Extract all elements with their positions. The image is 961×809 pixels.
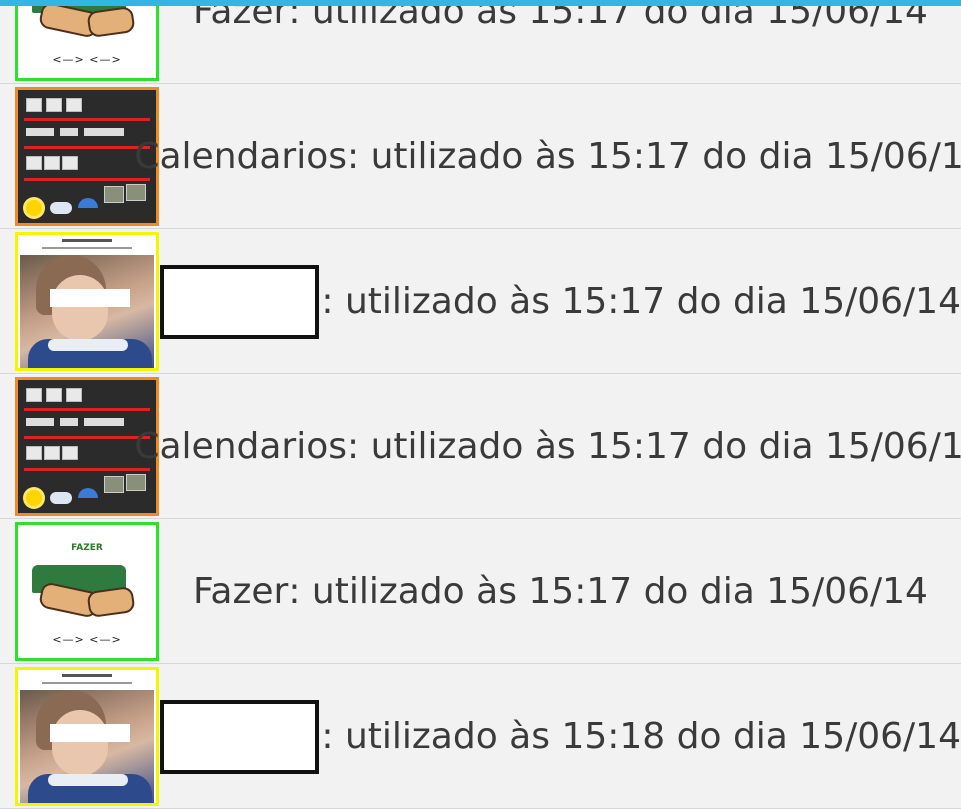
redacted-name-box	[160, 264, 320, 339]
redaction-bar	[50, 289, 130, 307]
usage-time: : utilizado às 15:17 do dia 15/06/14	[347, 136, 961, 177]
list-item[interactable]: : utilizado às 15:17 do dia 15/06/14	[0, 229, 961, 374]
item-name: Calendarios	[134, 426, 348, 467]
fazer-thumbnail: FAZER <—> <—>	[15, 0, 159, 81]
fazer-pictogram-icon: FAZER <—> <—>	[18, 525, 156, 658]
list-item[interactable]: FAZER <—> <—> Fazer: utilizado às 15:17 …	[0, 0, 961, 84]
redaction-bar	[50, 724, 130, 742]
list-item[interactable]: FAZER <—> <—> Fazer: utilizado às 15:17 …	[0, 519, 961, 664]
photo-thumbnail	[15, 232, 159, 371]
list-item[interactable]: Calendarios: utilizado às 15:17 do dia 1…	[0, 84, 961, 229]
redacted-name-box	[160, 699, 320, 774]
usage-time: : utilizado às 15:17 do dia 15/06/14	[321, 281, 961, 322]
child-photo-icon	[18, 670, 156, 803]
list-item[interactable]: Calendarios: utilizado às 15:17 do dia 1…	[0, 374, 961, 519]
item-name: Calendarios	[134, 136, 348, 177]
item-name: Fazer	[193, 571, 289, 612]
usage-label: Calendarios: utilizado às 15:17 do dia 1…	[134, 374, 961, 519]
usage-label: Calendarios: utilizado às 15:17 do dia 1…	[134, 84, 961, 229]
usage-time: : utilizado às 15:17 do dia 15/06/14	[347, 426, 961, 467]
usage-label: Fazer: utilizado às 15:17 do dia 15/06/1…	[160, 519, 961, 664]
usage-label: : utilizado às 15:17 do dia 15/06/14	[160, 229, 961, 374]
fazer-pictogram-icon: FAZER <—> <—>	[18, 0, 156, 78]
usage-label: Fazer: utilizado às 15:17 do dia 15/06/1…	[160, 0, 961, 84]
usage-time: : utilizado às 15:17 do dia 15/06/14	[288, 571, 928, 612]
arrows-caption: <—> <—>	[52, 633, 122, 646]
pictogram-title: FAZER	[71, 543, 103, 553]
usage-time: : utilizado às 15:18 do dia 15/06/14	[321, 716, 961, 757]
scroll-edge-indicator	[0, 0, 961, 6]
list-item[interactable]: : utilizado às 15:18 do dia 15/06/14	[0, 664, 961, 809]
child-photo-icon	[18, 235, 156, 368]
photo-thumbnail	[15, 667, 159, 806]
fazer-thumbnail: FAZER <—> <—>	[15, 522, 159, 661]
usage-label: : utilizado às 15:18 do dia 15/06/14	[160, 664, 961, 809]
arrows-caption: <—> <—>	[52, 53, 122, 66]
